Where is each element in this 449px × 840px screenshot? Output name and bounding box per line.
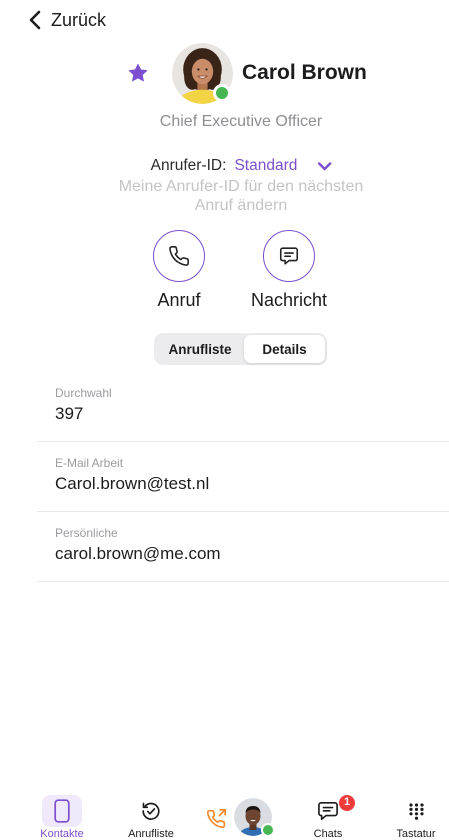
contacts-book-icon <box>54 799 70 823</box>
online-status-dot <box>213 84 231 102</box>
chat-bubble-icon <box>318 802 338 820</box>
contact-job-title: Chief Executive Officer <box>159 113 323 130</box>
star-icon <box>128 63 148 82</box>
tab-label: Tastatur <box>396 828 436 840</box>
call-button-label: Anruf <box>157 290 201 310</box>
detail-value: 397 <box>55 404 84 423</box>
message-button[interactable]: Nachricht <box>251 230 327 311</box>
active-call-indicator[interactable] <box>206 809 226 829</box>
my-online-status-dot <box>261 823 275 837</box>
tab-label: Kontakte <box>40 828 84 840</box>
details-list: Durchwahl 397 E-Mail Arbeit Carol.brown@… <box>37 372 449 582</box>
back-button[interactable]: Zurück <box>28 7 106 33</box>
favorite-star-button[interactable] <box>127 62 149 84</box>
call-history-icon <box>142 802 160 820</box>
segmented-control: Anrufliste Details <box>154 333 327 365</box>
call-button-circle[interactable] <box>153 230 205 282</box>
caller-id-label: Anrufer-ID: <box>150 157 227 174</box>
detail-row-extension[interactable]: Durchwahl 397 <box>37 372 449 442</box>
message-icon <box>279 247 299 265</box>
caller-id-row: Anrufer-ID: Standard <box>151 156 332 176</box>
tab-anrufliste[interactable]: Anrufliste <box>121 795 181 840</box>
tab-icon-highlight <box>42 795 82 827</box>
tab-label: Chats <box>313 828 343 840</box>
keypad-icon <box>408 802 424 820</box>
tab-tastatur[interactable]: Tastatur <box>386 795 446 840</box>
back-label: Zurück <box>51 10 107 30</box>
detail-label: Durchwahl <box>55 386 112 400</box>
detail-value: Carol.brown@test.nl <box>55 474 210 493</box>
tab-icon-holder <box>131 795 171 827</box>
unread-badge: 1 <box>338 794 356 812</box>
detail-value: carol.brown@me.com <box>55 544 221 563</box>
detail-row-personal-email[interactable]: Persönliche carol.brown@me.com <box>37 512 449 582</box>
detail-label: E-Mail Arbeit <box>55 456 124 470</box>
detail-row-work-email[interactable]: E-Mail Arbeit Carol.brown@test.nl <box>37 442 449 512</box>
tab-icon-holder <box>396 795 436 827</box>
segment-details[interactable]: Details <box>244 335 325 363</box>
tab-kontakte[interactable]: Kontakte <box>32 795 92 840</box>
chevron-down-icon[interactable] <box>317 161 332 171</box>
call-button[interactable]: Anruf <box>153 230 205 311</box>
message-button-circle[interactable] <box>263 230 315 282</box>
caller-id-hint: Meine Anrufer-ID für den nächsten Anruf … <box>118 178 364 214</box>
message-button-label: Nachricht <box>250 290 328 310</box>
phone-icon <box>169 246 189 266</box>
contact-name: Carol Brown <box>242 61 367 84</box>
tab-label: Anrufliste <box>128 828 174 840</box>
caller-id-value[interactable]: Standard <box>234 156 297 176</box>
detail-label: Persönliche <box>55 526 118 540</box>
segment-anrufliste[interactable]: Anrufliste <box>156 335 244 363</box>
phone-outgoing-icon <box>206 809 226 829</box>
chevron-left-icon <box>29 10 41 30</box>
